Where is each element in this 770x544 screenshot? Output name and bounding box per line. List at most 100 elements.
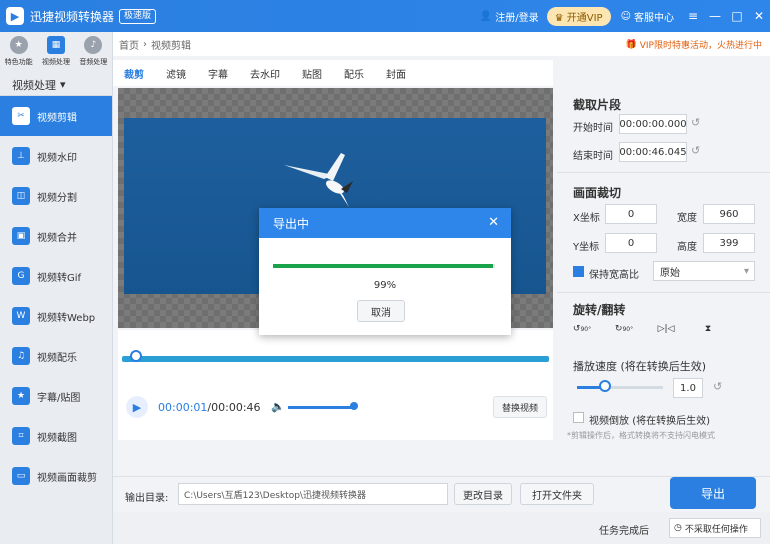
menu-icon[interactable]: ≡	[682, 9, 704, 23]
sidebar-item-video-split[interactable]: ◫ 视频分割	[0, 176, 112, 216]
rotate-title: 旋转/翻转	[573, 303, 626, 317]
play-button[interactable]: ▶	[126, 396, 148, 418]
sidebar-item-video-merge[interactable]: ▣ 视频合并	[0, 216, 112, 256]
reset-speed-icon[interactable]: ↺	[713, 380, 722, 393]
stamp-icon: ⊥	[12, 147, 30, 165]
film-icon: ▦	[46, 36, 65, 54]
login-link[interactable]: 👤 注册/登录	[480, 9, 539, 24]
rotate-right-icon[interactable]: ↻ 90°	[615, 321, 633, 337]
status-bar: 任务完成后 ◷ 不采取任何操作	[113, 512, 770, 544]
chat-icon: ☺	[620, 10, 631, 22]
width-field[interactable]: 960	[703, 204, 755, 224]
divider	[557, 292, 770, 293]
music-icon: ♪	[84, 36, 103, 54]
vip-button[interactable]: ♛ 开通VIP	[546, 6, 611, 26]
mode-audio[interactable]: ♪ 音频处理	[79, 36, 107, 74]
volume-icon[interactable]: 🔈	[271, 400, 285, 413]
mode-featured[interactable]: ★ 特色功能	[5, 36, 33, 74]
caret-down-icon: ▾	[743, 265, 749, 277]
volume-handle[interactable]	[350, 402, 358, 410]
app-title: 迅捷视频转换器	[30, 9, 115, 24]
flip-vertical-icon[interactable]: ⧗	[699, 321, 717, 337]
service-link[interactable]: ☺ 客服中心	[621, 9, 674, 24]
minimize-icon[interactable]: —	[704, 9, 726, 23]
promo-link[interactable]: 🎁 VIP限时特惠活动，火热进行中	[626, 38, 762, 52]
sidebar: ★ 特色功能 ▦ 视频处理 ♪ 音频处理 视频处理 ▾ ✂ 视频剪辑 ⊥ 视频水印 ◫ 视频分…	[0, 32, 113, 544]
rotate-left-icon[interactable]: ↺ 90°	[573, 321, 591, 337]
crown-icon: ♛	[554, 12, 564, 24]
maximize-icon[interactable]: □	[726, 9, 748, 23]
merge-icon: ▣	[12, 227, 30, 245]
divider	[557, 172, 770, 173]
sidebar-item-video-frame-crop[interactable]: ▭ 视频画面裁剪	[0, 456, 112, 496]
title-bar: ▶ 迅捷视频转换器 极速版 👤 注册/登录 ♛ 开通VIP ☺ 客服中心 ≡ — □…	[0, 0, 770, 32]
height-field[interactable]: 399	[703, 233, 755, 253]
export-button[interactable]: 导出	[670, 477, 756, 509]
edition-badge: 极速版	[119, 8, 157, 24]
export-progress-fill	[273, 264, 493, 268]
start-time-field[interactable]: 00:00:00.000	[619, 114, 687, 134]
speed-handle[interactable]	[599, 380, 611, 392]
sidebar-item-video-to-webp[interactable]: W 视频转Webp	[0, 296, 112, 336]
star-icon: ★	[9, 36, 28, 54]
settings-panel: 截取片段 开始时间 00:00:00.000 ↺ 结束时间 00:00:46.0…	[557, 88, 770, 473]
speed-title: 播放速度 (将在转换后生效)	[573, 360, 707, 373]
dialog-header: 导出中 ✕	[259, 208, 511, 238]
keep-ratio-label: 保持宽高比	[589, 270, 639, 281]
sticker-icon: ★	[12, 387, 30, 405]
sidebar-item-video-to-gif[interactable]: G 视频转Gif	[0, 256, 112, 296]
timeline-handle[interactable]	[130, 350, 142, 362]
sidebar-item-video-edit[interactable]: ✂ 视频剪辑	[0, 96, 112, 136]
close-icon[interactable]: ✕	[488, 215, 499, 230]
timeline-track[interactable]	[122, 356, 549, 362]
tab-crop[interactable]: 裁剪	[124, 62, 144, 85]
speed-field[interactable]: 1.0	[673, 378, 703, 398]
x-field[interactable]: 0	[605, 204, 657, 224]
close-icon[interactable]: ✕	[748, 9, 770, 23]
breadcrumb: 首页 › 视频剪辑 🎁 VIP限时特惠活动，火热进行中	[113, 32, 770, 56]
sidebar-item-subtitle-sticker[interactable]: ★ 字幕/贴图	[0, 376, 112, 416]
cancel-button[interactable]: 取消	[357, 300, 405, 322]
category-dropdown[interactable]: 视频处理 ▾	[0, 74, 112, 96]
width-label: 宽度	[677, 213, 697, 224]
change-dir-button[interactable]: 更改目录	[454, 483, 512, 505]
task-done-select[interactable]: ◷ 不采取任何操作	[669, 518, 761, 538]
height-label: 高度	[677, 242, 697, 253]
tab-sticker[interactable]: 贴图	[302, 62, 322, 85]
clock-icon: ◷	[674, 523, 682, 533]
task-done-label: 任务完成后	[599, 526, 649, 537]
user-icon: 👤	[479, 10, 493, 22]
volume-slider[interactable]	[288, 406, 356, 409]
chevron-right-icon: ›	[143, 38, 147, 50]
flip-horizontal-icon[interactable]: ▷|◁	[657, 321, 675, 337]
ratio-select[interactable]: 原始 ▾	[653, 261, 755, 281]
webp-icon: W	[12, 307, 30, 325]
reverse-checkbox[interactable]	[573, 412, 584, 423]
output-bar: 输出目录: C:\Users\互盾123\Desktop\迅捷视频转换器 更改目…	[113, 476, 770, 512]
end-time-field[interactable]: 00:00:46.045	[619, 142, 687, 162]
reset-start-icon[interactable]: ↺	[691, 116, 700, 129]
tab-cover[interactable]: 封面	[386, 62, 406, 85]
crop-title: 画面裁切	[573, 186, 622, 200]
sidebar-item-video-music[interactable]: ♫ 视频配乐	[0, 336, 112, 376]
output-dir-field[interactable]: C:\Users\互盾123\Desktop\迅捷视频转换器	[178, 483, 448, 505]
gif-icon: G	[12, 267, 30, 285]
split-icon: ◫	[12, 187, 30, 205]
y-field[interactable]: 0	[605, 233, 657, 253]
sidebar-item-video-watermark[interactable]: ⊥ 视频水印	[0, 136, 112, 176]
time-display: 00:00:01/00:00:46	[158, 401, 261, 414]
sidebar-item-video-screenshot[interactable]: ⌗ 视频截图	[0, 416, 112, 456]
tab-remove-watermark[interactable]: 去水印	[250, 62, 280, 85]
tab-subtitle[interactable]: 字幕	[208, 62, 228, 85]
mode-video[interactable]: ▦ 视频处理	[42, 36, 70, 74]
tab-music[interactable]: 配乐	[344, 62, 364, 85]
frame-icon: ▭	[12, 467, 30, 485]
replace-video-button[interactable]: 替换视频	[493, 396, 547, 418]
scissors-icon: ✂	[12, 107, 30, 125]
open-folder-button[interactable]: 打开文件夹	[520, 483, 594, 505]
reset-end-icon[interactable]: ↺	[691, 144, 700, 157]
keep-ratio-checkbox[interactable]	[573, 266, 584, 277]
breadcrumb-home[interactable]: 首页	[119, 37, 139, 52]
tab-filter[interactable]: 滤镜	[166, 62, 186, 85]
output-dir-label: 输出目录:	[125, 493, 169, 504]
